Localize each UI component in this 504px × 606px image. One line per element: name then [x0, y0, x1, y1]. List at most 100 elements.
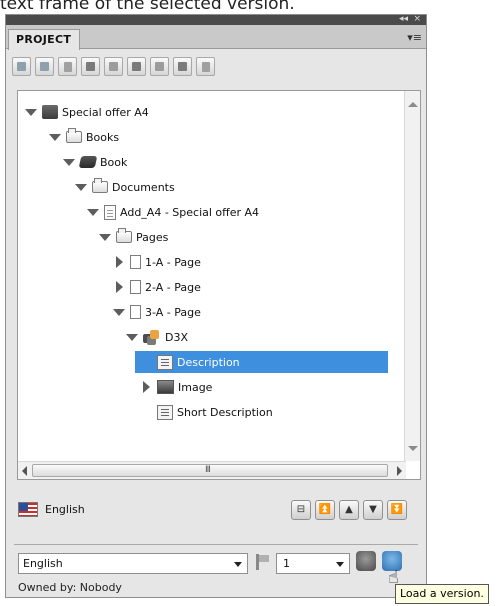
properties-icon: [63, 61, 72, 72]
expand-toggle-icon[interactable]: [112, 301, 126, 323]
move-up-button[interactable]: ▲: [339, 500, 359, 520]
tooltip: Load a version.: [395, 584, 489, 604]
last-icon: ⏬: [390, 504, 404, 515]
status-row: English ⊟ ⏫ ▲ ▼ ⏬: [17, 500, 421, 526]
grip-icon: III: [205, 465, 211, 475]
tree-node[interactable]: D3X: [125, 326, 188, 348]
project-panel: ◂◂ × PROJECT ▾≡ Special offer A4 Books B…: [5, 14, 427, 598]
scroll-up-icon[interactable]: [408, 102, 418, 107]
copy-button[interactable]: [104, 57, 123, 76]
expand-toggle-icon[interactable]: [125, 326, 139, 348]
expand-toggle-icon[interactable]: [112, 251, 126, 273]
tree-node[interactable]: Documents: [74, 176, 175, 198]
tree-node[interactable]: Add_A4 - Special offer A4: [86, 201, 259, 223]
language-label: English: [45, 503, 85, 516]
chevron-down-icon: [234, 562, 242, 567]
description-icon: [157, 404, 173, 420]
add-button[interactable]: [81, 57, 100, 76]
version-select[interactable]: 1: [276, 553, 350, 574]
copy-icon: [109, 62, 118, 71]
tree-node-label: Image: [178, 380, 213, 394]
project-tree[interactable]: Special offer A4 Books Book Documents Ad…: [17, 90, 421, 480]
document-icon: [104, 204, 116, 220]
tab-project[interactable]: PROJECT: [8, 29, 81, 50]
page-icon: [130, 280, 141, 294]
d3x-icon: [143, 330, 161, 344]
tree-node[interactable]: 3-A - Page: [112, 301, 201, 323]
properties-button[interactable]: [58, 57, 77, 76]
book-icon: [78, 156, 98, 168]
toolbar: [12, 57, 215, 79]
up-icon: ▲: [345, 504, 353, 515]
tree-node[interactable]: Books: [48, 126, 119, 148]
save-icon: [40, 62, 49, 71]
export-icon: [178, 62, 187, 71]
panel-tab-row: PROJECT ▾≡: [6, 25, 426, 50]
open-icon: [17, 62, 26, 71]
page-icon: [130, 305, 141, 319]
horizontal-scrollbar[interactable]: III: [18, 461, 406, 479]
tree-node-label: 2-A - Page: [145, 280, 201, 294]
expand-toggle-icon[interactable]: [86, 201, 100, 223]
save-button[interactable]: [35, 57, 54, 76]
expand-toggle-icon[interactable]: [48, 126, 62, 148]
tree-node[interactable]: 1-A - Page: [112, 251, 201, 273]
add-icon: [86, 62, 95, 71]
divider: [14, 544, 418, 545]
first-icon: ⏫: [318, 504, 332, 515]
tree-node[interactable]: Pages: [98, 226, 168, 248]
scroll-down-icon[interactable]: [408, 446, 418, 451]
language-select-value: English: [23, 557, 63, 570]
move-last-button[interactable]: ⏬: [387, 500, 407, 520]
expand-toggle-icon[interactable]: [24, 101, 38, 123]
tree-node-label: Add_A4 - Special offer A4: [120, 205, 260, 219]
folder-icon: [116, 228, 132, 243]
tree-node-label: D3X: [165, 330, 189, 344]
scroll-right-icon[interactable]: [397, 466, 402, 476]
tree-node-label: 3-A - Page: [145, 305, 201, 319]
panel-menu-icon[interactable]: ▾≡: [407, 31, 422, 44]
language-select[interactable]: English: [18, 553, 248, 574]
tree-node-selected[interactable]: Description: [135, 351, 388, 373]
move-down-button[interactable]: ▼: [363, 500, 383, 520]
tree-node[interactable]: Book: [62, 151, 127, 173]
tree-view-button[interactable]: ⊟: [291, 500, 311, 520]
panel-title-bar: ◂◂ ×: [6, 13, 426, 25]
tree-node-label: Books: [86, 130, 120, 144]
owner-text: Owned by: Nobody: [18, 581, 122, 594]
tree-node-label: Short Description: [177, 405, 273, 419]
collapse-panel-icon[interactable]: ◂◂: [399, 13, 408, 25]
us-flag-icon: [18, 502, 38, 517]
vertical-scrollbar[interactable]: [404, 91, 420, 461]
down-icon: ▼: [369, 504, 377, 515]
export-button[interactable]: [173, 57, 192, 76]
expand-toggle-icon[interactable]: [98, 226, 112, 248]
image-icon: [157, 380, 174, 394]
tree-node-label: Special offer A4: [62, 105, 149, 119]
tree-node[interactable]: Short Description: [157, 401, 273, 423]
folder-icon: [92, 178, 108, 193]
expand-toggle-icon[interactable]: [74, 176, 88, 198]
close-panel-icon[interactable]: ×: [413, 13, 421, 25]
delete-icon: [132, 62, 141, 71]
tree-node-label: 1-A - Page: [145, 255, 201, 269]
scroll-left-icon[interactable]: [22, 466, 27, 476]
save-version-icon[interactable]: [356, 551, 376, 571]
expand-toggle-icon[interactable]: [112, 276, 126, 298]
refresh-button[interactable]: [196, 57, 215, 76]
tree-node-label: Description: [177, 355, 240, 369]
tree-node-label: Book: [100, 155, 128, 169]
new-page-icon: [155, 62, 164, 71]
delete-button[interactable]: [127, 57, 146, 76]
tree-node[interactable]: 2-A - Page: [112, 276, 201, 298]
move-first-button[interactable]: ⏫: [315, 500, 335, 520]
open-button[interactable]: [12, 57, 31, 76]
tree-node[interactable]: Image: [139, 376, 212, 398]
chevron-down-icon: [336, 562, 344, 567]
expand-toggle-icon[interactable]: [139, 376, 153, 398]
new-page-button[interactable]: [150, 57, 169, 76]
flag-icon[interactable]: [254, 552, 270, 572]
scroll-thumb[interactable]: III: [32, 464, 388, 477]
tree-node[interactable]: Special offer A4: [24, 101, 149, 123]
expand-toggle-icon[interactable]: [62, 151, 76, 173]
